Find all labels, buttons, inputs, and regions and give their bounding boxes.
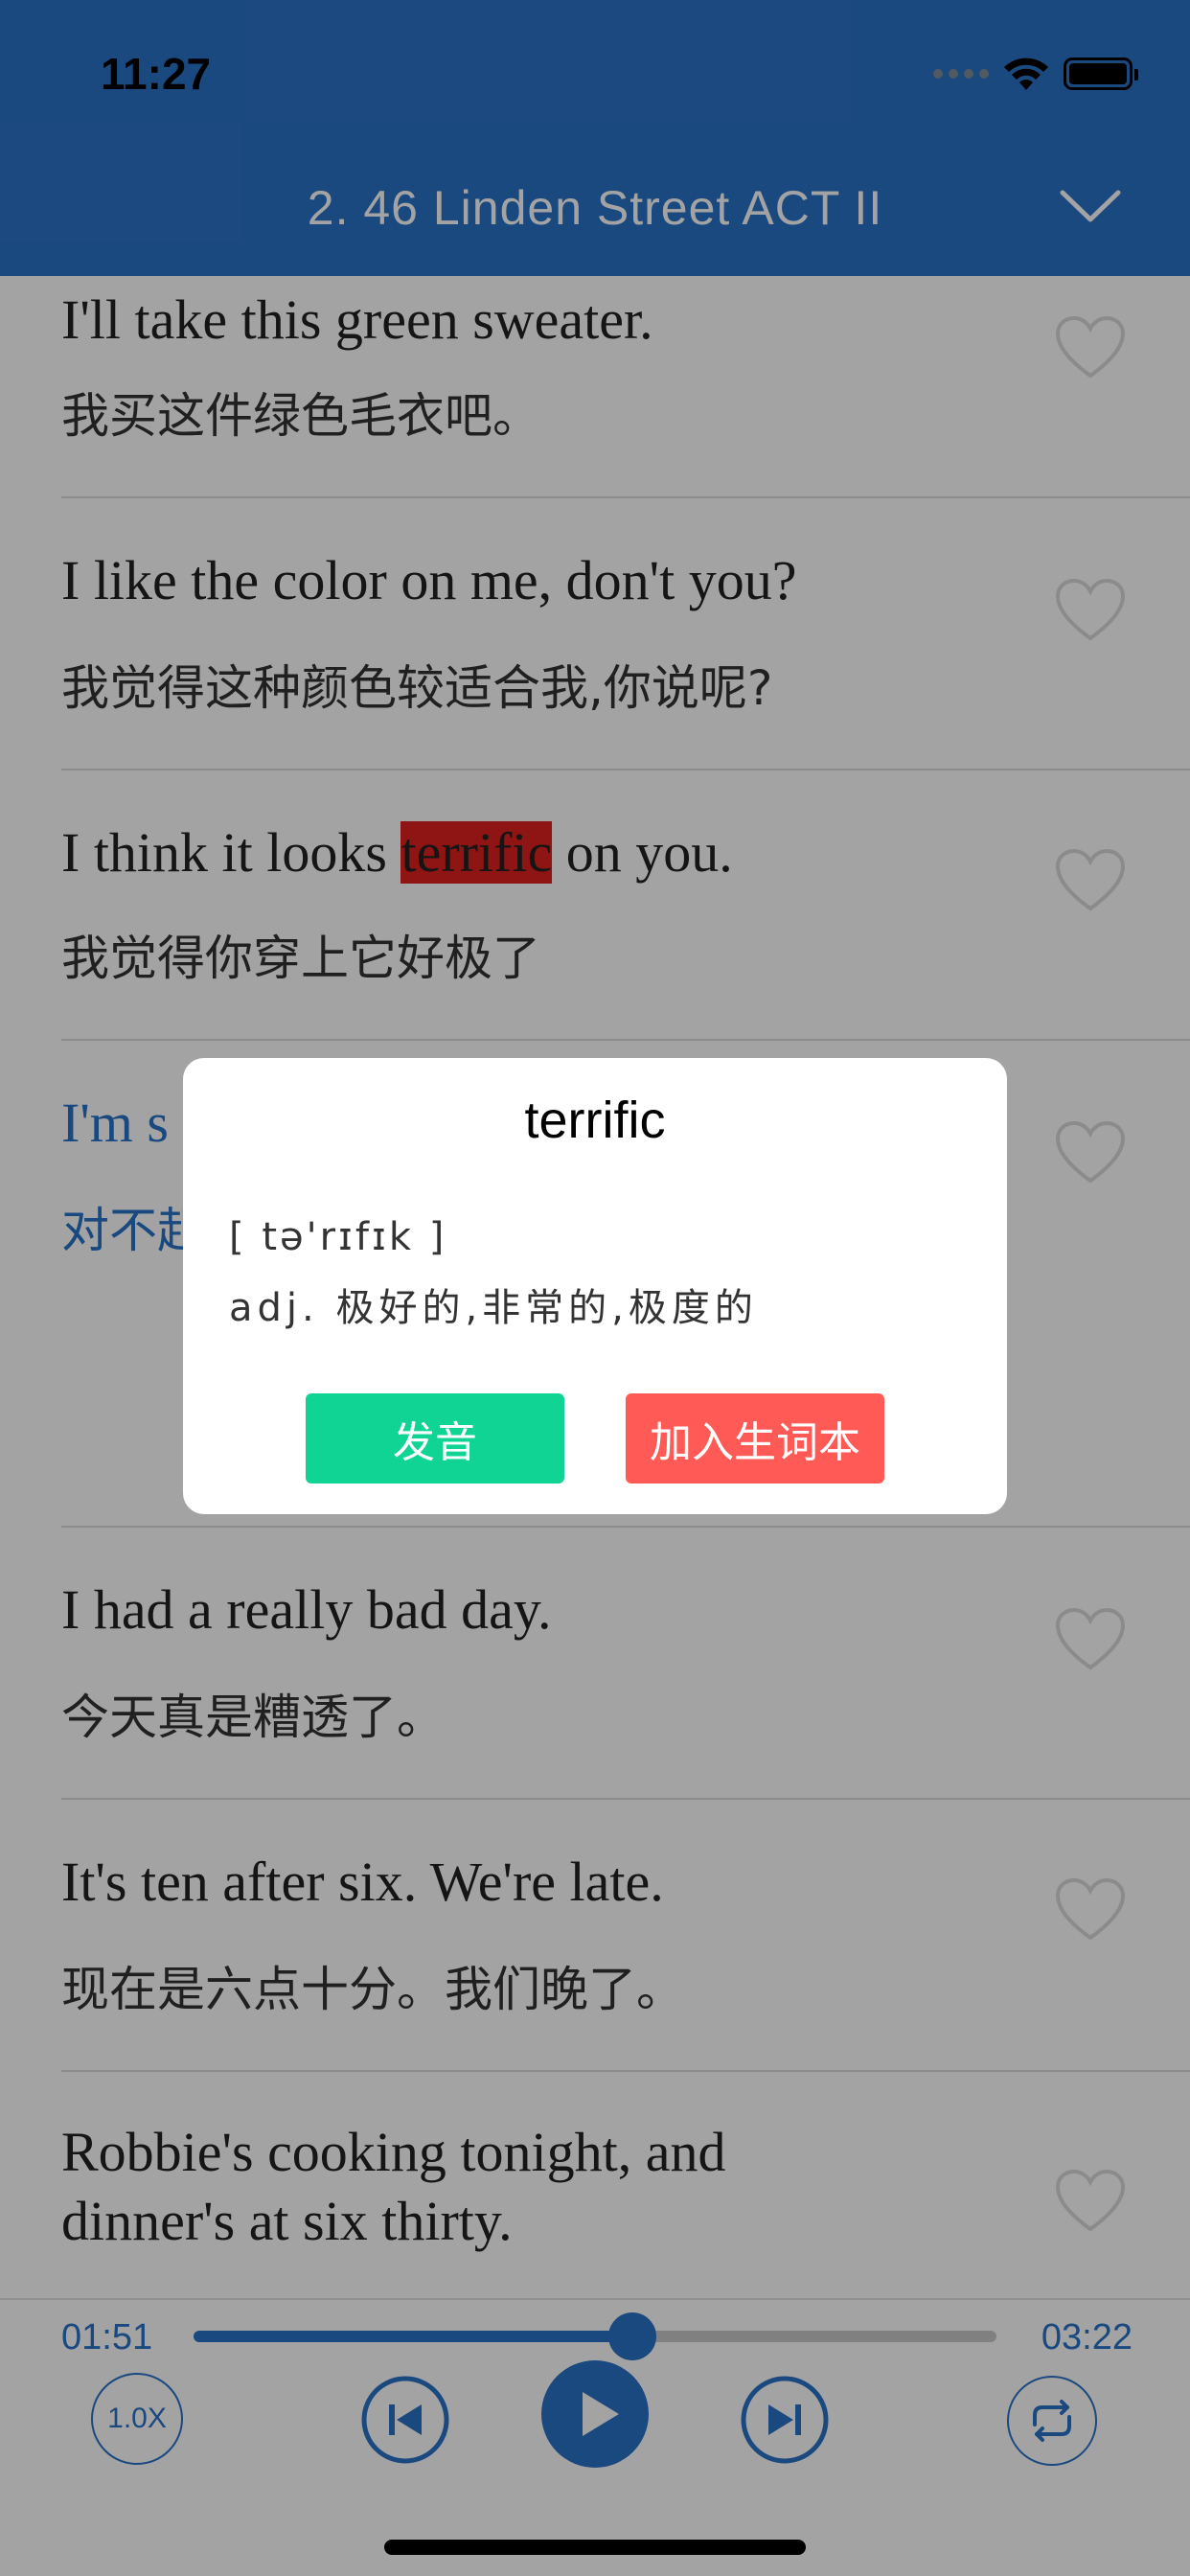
- dialog-definition: adj. 极好的,非常的,极度的: [229, 1286, 758, 1330]
- pronounce-button[interactable]: 发音: [306, 1393, 564, 1484]
- dialog-phonetic: [ tə'rɪfɪk ]: [229, 1215, 447, 1259]
- dialog-word: terrific: [524, 1092, 666, 1149]
- word-dialog: terrific [ tə'rɪfɪk ] adj. 极好的,非常的,极度的 发…: [183, 1058, 1007, 1514]
- add-to-vocabulary-button[interactable]: 加入生词本: [626, 1393, 884, 1484]
